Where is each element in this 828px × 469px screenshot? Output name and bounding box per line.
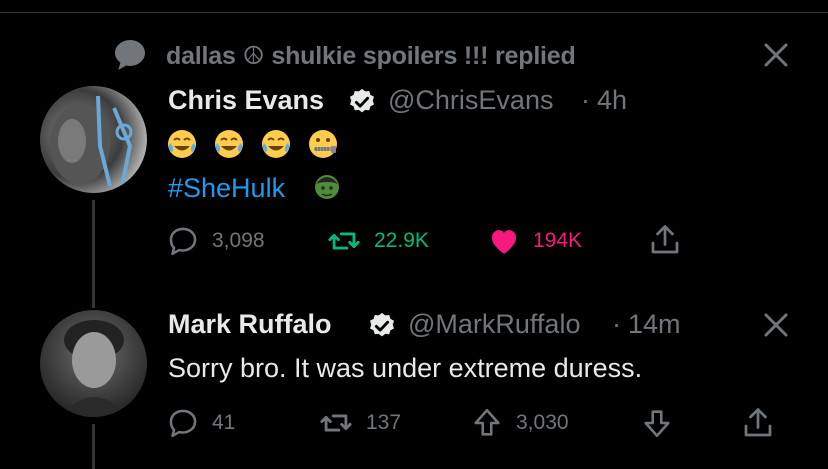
chris-evans-avatar[interactable] <box>40 86 147 193</box>
retweet-icon <box>328 232 360 250</box>
face-with-tears-of-joy-icon <box>168 130 196 158</box>
like-button[interactable]: 194K <box>487 224 582 258</box>
face-with-tears-of-joy-icon <box>262 130 290 158</box>
dismiss-notice-button[interactable] <box>761 40 791 70</box>
heart-filled-icon <box>491 230 517 254</box>
retweet-count: 137 <box>366 411 402 434</box>
retweet-button[interactable]: 137 <box>318 406 401 440</box>
reply-button[interactable]: 3,098 <box>166 224 265 258</box>
reply-count: 3,098 <box>212 229 265 252</box>
zipper-mouth-face-icon <box>309 130 337 158</box>
author-handle[interactable]: @MarkRuffalo <box>408 309 580 340</box>
author-name[interactable]: Mark Ruffalo <box>168 309 332 340</box>
avatar-photo <box>40 86 147 193</box>
tweet-time[interactable]: 4h <box>597 85 627 116</box>
like-count: 194K <box>533 229 583 252</box>
time-separator: · <box>612 309 621 339</box>
share-button[interactable] <box>740 405 776 441</box>
reply-notice: dallas ☮ shulkie spoilers !!! replied <box>166 42 576 70</box>
reply-count: 41 <box>212 411 236 434</box>
mark-ruffalo-avatar[interactable] <box>40 310 147 417</box>
verified-badge-icon <box>350 88 374 113</box>
upvote-count: 3,030 <box>516 411 569 434</box>
thread-connector-top <box>92 272 95 308</box>
retweet-icon <box>320 414 352 432</box>
reply-icon <box>169 227 197 256</box>
hashtag-link[interactable]: #SheHulk <box>168 173 285 204</box>
downvote-button[interactable] <box>640 406 674 440</box>
reply-icon <box>169 409 197 438</box>
thread-connector-bottom <box>92 424 95 469</box>
time-separator: · <box>581 85 590 115</box>
upvote-button[interactable]: 3,030 <box>470 406 569 440</box>
top-divider <box>0 12 828 13</box>
author-name[interactable]: Chris Evans <box>168 85 324 116</box>
retweet-button[interactable]: 22.9K <box>326 224 429 258</box>
reply-button[interactable]: 41 <box>166 406 235 440</box>
dismiss-reply-button[interactable] <box>761 310 791 340</box>
speech-bubble-icon <box>115 40 145 70</box>
share-button[interactable] <box>647 222 683 258</box>
retweet-count: 22.9K <box>374 229 429 252</box>
arrow-up-icon <box>474 408 500 436</box>
hulk-hashflag-icon <box>315 175 339 199</box>
tweet-text: Sorry bro. It was under extreme duress. <box>168 353 643 383</box>
avatar-photo <box>40 310 147 417</box>
face-with-tears-of-joy-icon <box>215 130 243 158</box>
tweet-time[interactable]: 14m <box>628 309 681 340</box>
verified-badge-icon <box>370 312 394 337</box>
author-handle[interactable]: @ChrisEvans <box>388 85 553 116</box>
